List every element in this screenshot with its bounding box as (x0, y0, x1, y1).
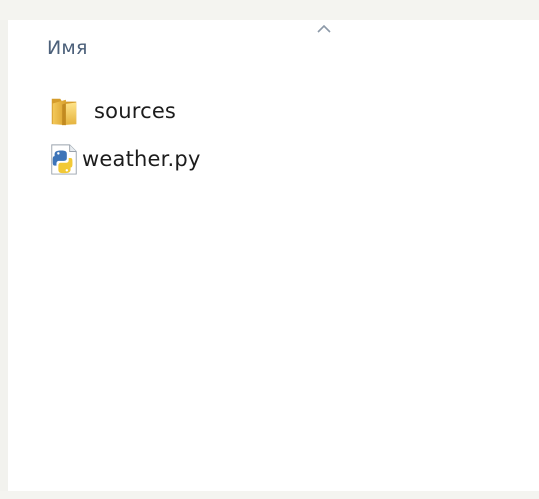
item-name-label: sources (94, 99, 177, 123)
top-bar (0, 0, 539, 20)
folder-icon (48, 93, 80, 129)
sort-ascending-icon (314, 23, 334, 35)
left-border (0, 20, 8, 499)
bottom-bar (0, 491, 539, 499)
column-header-row: Имя (8, 20, 539, 80)
list-item-weather-py[interactable]: weather.py (48, 141, 348, 177)
list-item-sources[interactable]: sources (48, 93, 348, 129)
file-list-pane: Имя sources weather.py (8, 20, 539, 491)
python-file-icon (48, 141, 80, 177)
name-column-header[interactable]: Имя (47, 37, 88, 59)
item-name-label: weather.py (82, 147, 201, 171)
